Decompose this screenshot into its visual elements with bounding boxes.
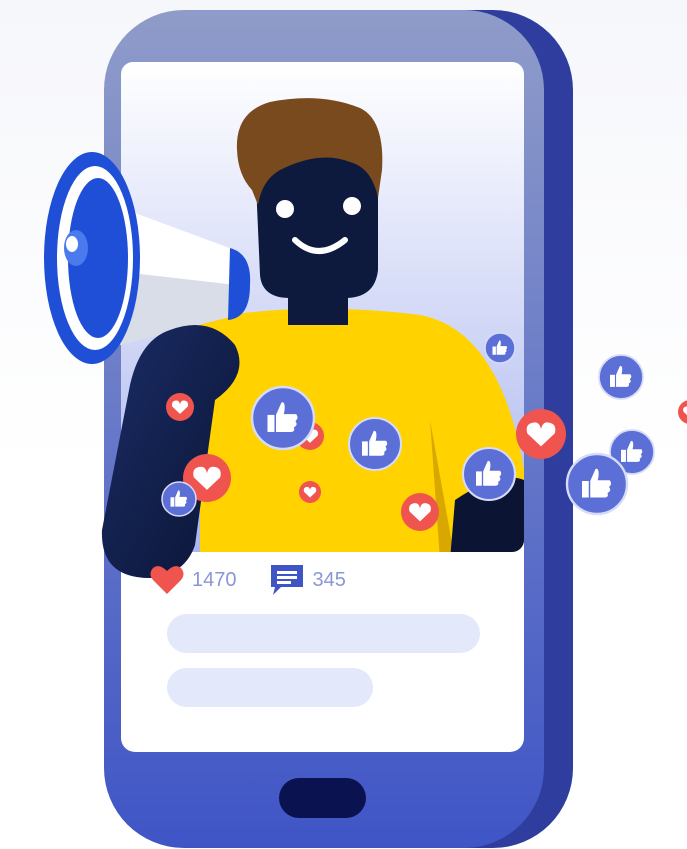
left-eye: [276, 200, 294, 218]
thumbs-up-icon: [250, 385, 316, 451]
post-stats: 1470 345: [150, 560, 346, 600]
heart-icon[interactable]: [150, 564, 184, 596]
thumbs-up-icon: [161, 481, 197, 517]
right-eye: [343, 197, 361, 215]
post-text-placeholder-2: [167, 668, 373, 707]
thumbs-up-icon: [461, 446, 517, 502]
heart-icon: [299, 481, 321, 503]
heart-icon: [166, 393, 194, 421]
home-button[interactable]: [279, 778, 366, 818]
heart-icon: [678, 400, 687, 424]
likes-count: 1470: [192, 568, 237, 591]
thumbs-up-icon: [484, 332, 516, 364]
comments-count: 345: [312, 568, 346, 591]
thumbs-up-icon: [598, 354, 644, 400]
thumbs-up-icon: [347, 416, 403, 472]
heart-icon: [401, 493, 439, 531]
like-stat[interactable]: 1470: [150, 564, 237, 596]
comment-icon[interactable]: [269, 563, 305, 597]
comment-stat[interactable]: 345: [269, 563, 346, 597]
post-text-placeholder-1: [167, 614, 480, 653]
phone-illustration: [44, 10, 687, 848]
heart-icon: [516, 409, 566, 459]
thumbs-up-icon: [565, 452, 629, 516]
